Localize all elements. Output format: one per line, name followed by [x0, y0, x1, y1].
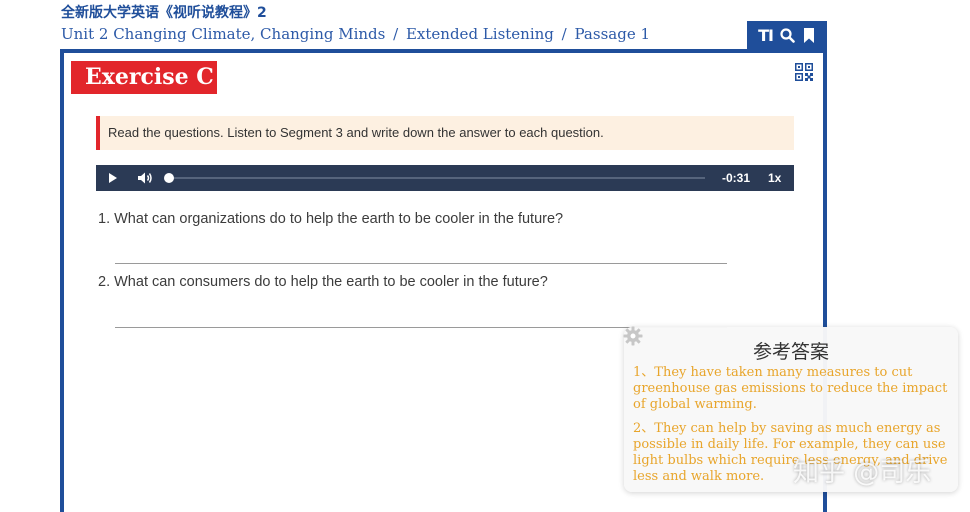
bookmark-icon[interactable] [800, 26, 818, 46]
instruction-box: Read the questions. Listen to Segment 3 … [96, 116, 794, 150]
play-icon[interactable] [108, 171, 118, 189]
reference-answer-title: 参考答案 [752, 341, 829, 363]
text-size-icon[interactable]: TI [757, 26, 775, 46]
question-number: 1. [98, 211, 111, 227]
breadcrumb-passage: Passage 1 [574, 25, 651, 43]
question-text: What can consumers do to help the earth … [114, 274, 548, 290]
breadcrumb: Unit 2 Changing Climate, Changing Minds … [61, 25, 650, 43]
answer-input-1[interactable] [115, 246, 727, 264]
gear-icon[interactable] [623, 326, 643, 351]
breadcrumb-unit[interactable]: Unit 2 Changing Climate, Changing Minds [61, 25, 385, 43]
breadcrumb-separator: / [561, 25, 567, 43]
reference-answer-1: 1、They have taken many measures to cut g… [633, 365, 948, 412]
question-text: What can organizations do to help the ea… [114, 211, 564, 227]
audio-time-remaining: -0:31 [722, 171, 751, 185]
qr-code-icon[interactable] [795, 63, 813, 81]
question-item: 2. What can consumers do to help the ear… [98, 274, 548, 290]
search-icon[interactable] [778, 26, 796, 46]
watermark: 知乎 @司乐 [793, 458, 932, 488]
question-item: 1. What can organizations do to help the… [98, 211, 563, 227]
question-number: 2. [98, 274, 111, 290]
breadcrumb-separator: / [393, 25, 399, 43]
toolbar: TI [747, 21, 827, 50]
playback-speed-button[interactable]: 1x [768, 165, 781, 191]
audio-player: -0:31 1x [96, 165, 794, 191]
volume-icon[interactable] [137, 171, 153, 190]
audio-progress-handle[interactable] [164, 173, 174, 183]
exercise-title: Exercise C [71, 61, 217, 94]
book-title: 全新版大学英语《视听说教程》2 [61, 5, 267, 21]
breadcrumb-section[interactable]: Extended Listening [406, 25, 554, 43]
audio-progress-track[interactable] [169, 177, 705, 179]
